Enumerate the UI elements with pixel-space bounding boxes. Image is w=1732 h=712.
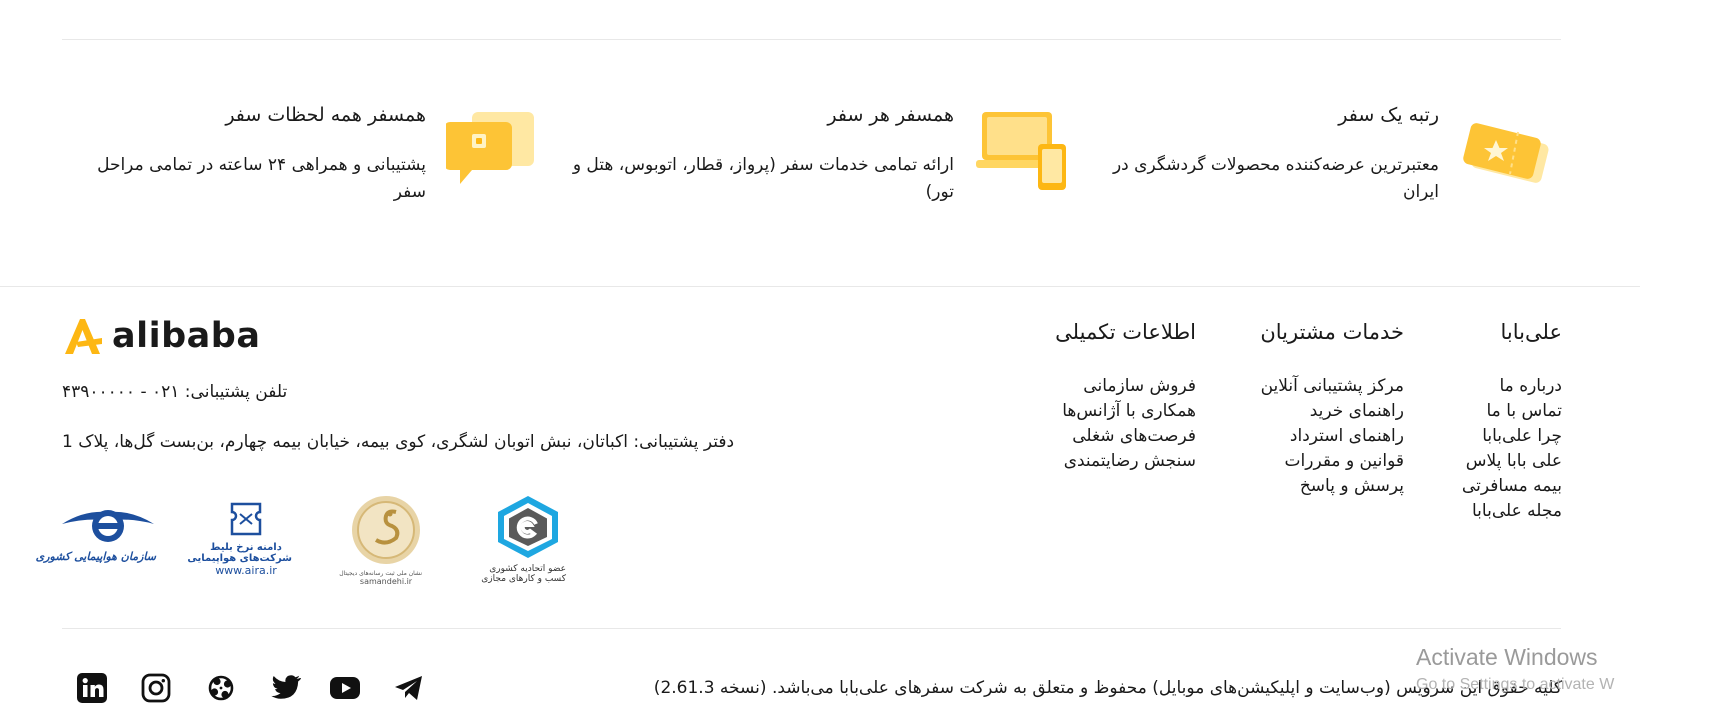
customer-service-links: مرکز پشتیبانی آنلاین راهنمای خرید راهنما… (1261, 374, 1404, 499)
top-divider (62, 39, 1561, 40)
samandehi-badge[interactable]: نشان ملی ثبت رسانه‌های دیجیتال samandehi… (339, 494, 422, 586)
enamad-icon (498, 496, 558, 558)
alibaba-logo[interactable]: alibaba (62, 316, 260, 356)
ticket-star-icon (1460, 114, 1556, 194)
aira-line2: شرکت‌های هواپیمایی (187, 553, 292, 564)
link-agency-cooperation[interactable]: همکاری با آژانس‌ها (1062, 401, 1196, 421)
support-office-address: دفتر پشتیبانی: اکباتان، نبش اتوبان لشگری… (62, 432, 735, 452)
column-title-customer-service: خدمات مشتریان (1260, 320, 1404, 344)
link-purchase-guide[interactable]: راهنمای خرید (1310, 401, 1404, 421)
link-contact-us[interactable]: تماس با ما (1487, 401, 1563, 421)
aira-ticket-icon (230, 502, 262, 536)
feature-title: رتبه یک سفر (1338, 104, 1439, 126)
link-alibaba-plus[interactable]: علی بابا پلاس (1466, 451, 1562, 471)
feature-description: ارائه تمامی خدمات سفر (پرواز، قطار، اتوب… (572, 155, 954, 202)
aira-line1: دامنه نرخ بلیط (210, 542, 282, 553)
link-faq[interactable]: پرسش و پاسخ (1300, 476, 1404, 496)
link-satisfaction-survey[interactable]: سنجش رضایتمندی (1064, 451, 1196, 471)
aira-url: www.aira.ir (215, 564, 277, 577)
telegram-icon[interactable] (393, 672, 425, 704)
cao-badge[interactable]: سازمان هواپیمایی کشوری (35, 502, 156, 582)
logo-mark-icon (62, 316, 104, 356)
feature-description: معتبرترین عرضه‌کننده محصولات گردشگری در … (1112, 155, 1439, 202)
link-alibaba-magazine[interactable]: مجله علی‌بابا (1472, 501, 1562, 521)
enamad-line1: عضو اتحادیه کشوری (489, 564, 566, 574)
activate-windows-title: Activate Windows (1416, 644, 1598, 670)
link-corporate-sales[interactable]: فروش سازمانی (1083, 376, 1196, 396)
aira-badge[interactable]: دامنه نرخ بلیط شرکت‌های هواپیمایی www.ai… (187, 500, 292, 584)
link-refund-guide[interactable]: راهنمای استرداد (1290, 426, 1404, 446)
samandehi-subcaption: نشان ملی ثبت رسانه‌های دیجیتال (339, 570, 422, 577)
feature-title: همسفر هر سفر (827, 104, 954, 126)
cao-caption: سازمان هواپیمایی کشوری (35, 550, 156, 563)
section-divider (0, 286, 1640, 287)
youtube-icon[interactable] (329, 672, 361, 704)
bottom-divider (62, 628, 1561, 629)
column-title-alibaba: علی‌بابا (1500, 320, 1562, 344)
samandehi-seal-icon (352, 496, 420, 564)
link-travel-insurance[interactable]: بیمه مسافرتی (1462, 476, 1562, 496)
column-title-additional-info: اطلاعات تکمیلی (1055, 320, 1196, 344)
instagram-icon[interactable] (140, 672, 172, 704)
link-online-support-center[interactable]: مرکز پشتیبانی آنلاین (1261, 376, 1404, 396)
logo-wordmark: alibaba (112, 316, 261, 356)
link-why-alibaba[interactable]: چرا علی‌بابا (1482, 426, 1562, 446)
feature-title: همسفر همه لحظات سفر (225, 104, 426, 126)
chat-support-icon (444, 108, 538, 192)
aparat-icon[interactable] (205, 672, 237, 704)
laptop-phone-icon (976, 108, 1068, 192)
cao-wings-icon (62, 510, 154, 542)
alibaba-links: درباره ما تماس با ما چرا علی‌بابا علی با… (1462, 374, 1562, 524)
support-phone: تلفن پشتیبانی: ۰۲۱ - ۴۳۹۰۰۰۰۰ (62, 382, 288, 402)
link-job-opportunities[interactable]: فرصت‌های شغلی (1072, 426, 1196, 446)
link-terms-and-rules[interactable]: قوانین و مقررات (1285, 451, 1404, 471)
linkedin-icon[interactable] (76, 672, 108, 704)
enamad-badge[interactable]: عضو اتحادیه کشوری کسب و کارهای مجازی (481, 494, 566, 590)
additional-info-links: فروش سازمانی همکاری با آژانس‌ها فرصت‌های… (1062, 374, 1196, 474)
twitter-icon[interactable] (270, 672, 302, 704)
link-about-us[interactable]: درباره ما (1500, 376, 1563, 396)
feature-description: پشتیبانی و همراهی ۲۴ ساعته در تمامی مراح… (97, 155, 426, 202)
activate-windows-subtitle: Go to Settings to activate W (1416, 676, 1615, 693)
samandehi-caption: samandehi.ir (359, 577, 413, 586)
enamad-line2: کسب و کارهای مجازی (481, 574, 566, 584)
